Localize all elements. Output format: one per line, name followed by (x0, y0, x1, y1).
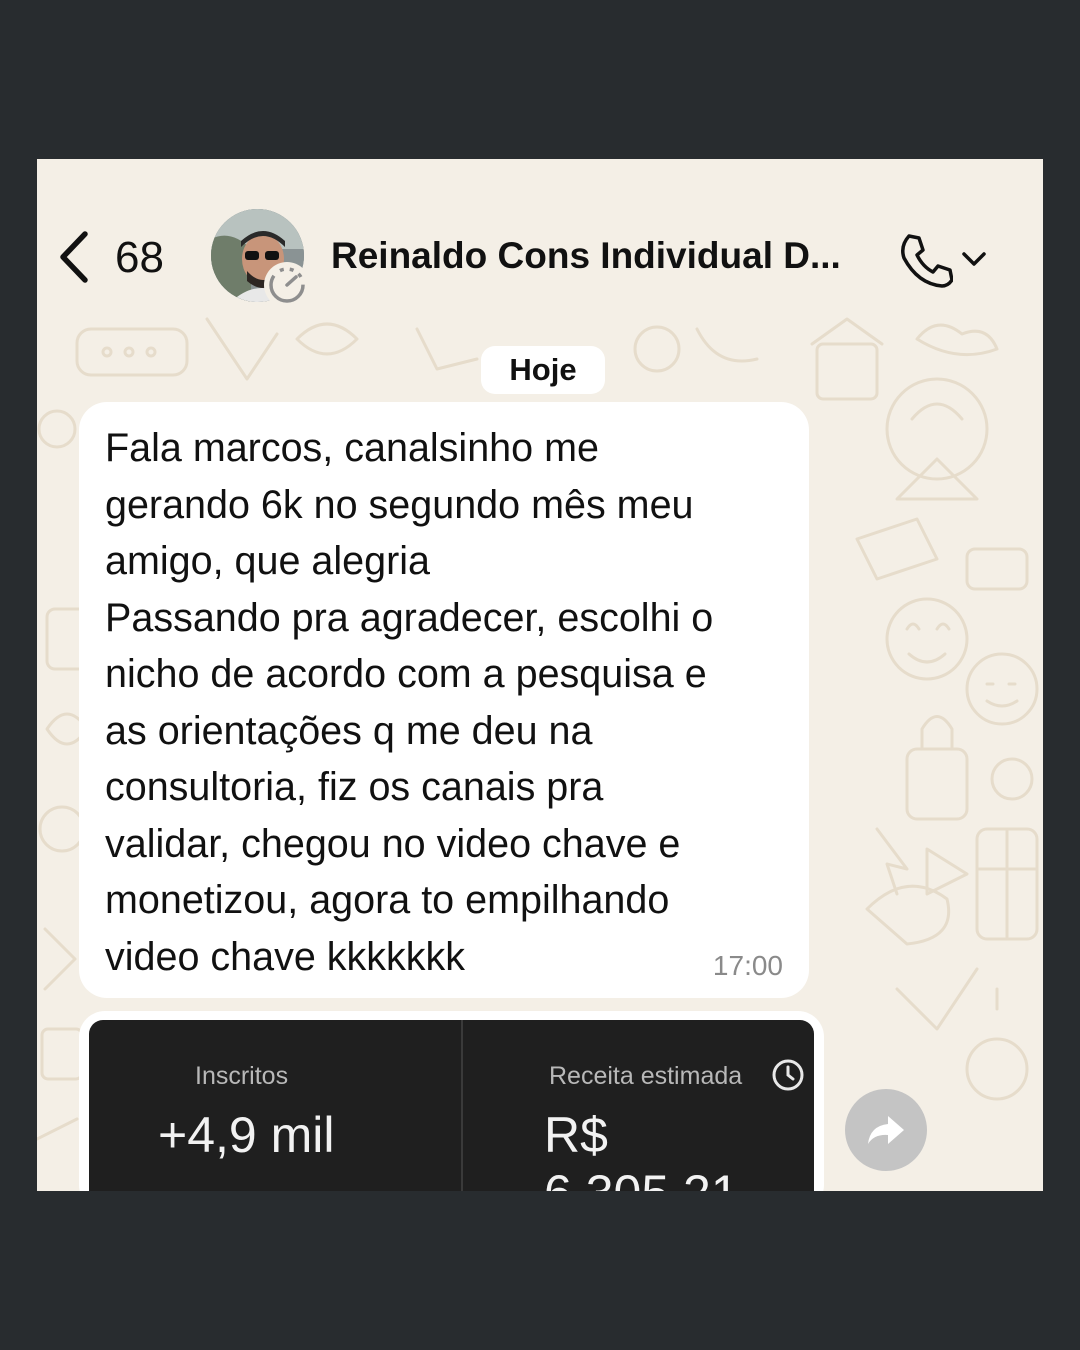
analytics-screenshot: Inscritos +4,9 mil Receita estimada R$ 6… (89, 1020, 814, 1191)
date-chip: Hoje (481, 346, 605, 394)
image-message[interactable]: Inscritos +4,9 mil Receita estimada R$ 6… (79, 1011, 824, 1191)
card-divider (461, 1020, 463, 1191)
subscribers-label: Inscritos (195, 1062, 289, 1090)
chat-header: 68 Reinaldo Cons Individual D... (37, 159, 1043, 309)
contact-name[interactable]: Reinaldo Cons Individual D... (331, 235, 841, 277)
clock-icon (772, 1059, 804, 1091)
chevron-down-icon (962, 252, 986, 266)
phone-icon (901, 234, 953, 288)
chat-screen: 68 Reinaldo Cons Individual D... Hoje Fa… (37, 159, 1043, 1191)
message-text: Fala marcos, canalsinho me gerando 6k no… (105, 426, 714, 979)
call-button[interactable] (895, 229, 995, 289)
revenue-label: Receita estimada (549, 1062, 743, 1090)
message-bubble[interactable]: Fala marcos, canalsinho me gerando 6k no… (79, 402, 809, 998)
forward-button[interactable] (845, 1089, 927, 1171)
message-time: 17:00 (712, 950, 783, 981)
status-indicator (264, 262, 310, 308)
revenue-value: R$ 6.305,21 (544, 1107, 739, 1191)
back-button[interactable] (55, 227, 95, 287)
status-timer-icon (269, 267, 305, 303)
unread-count[interactable]: 68 (115, 233, 164, 283)
chevron-left-icon (60, 231, 88, 283)
subscribers-value: +4,9 mil (158, 1107, 335, 1163)
forward-icon (868, 1116, 904, 1144)
